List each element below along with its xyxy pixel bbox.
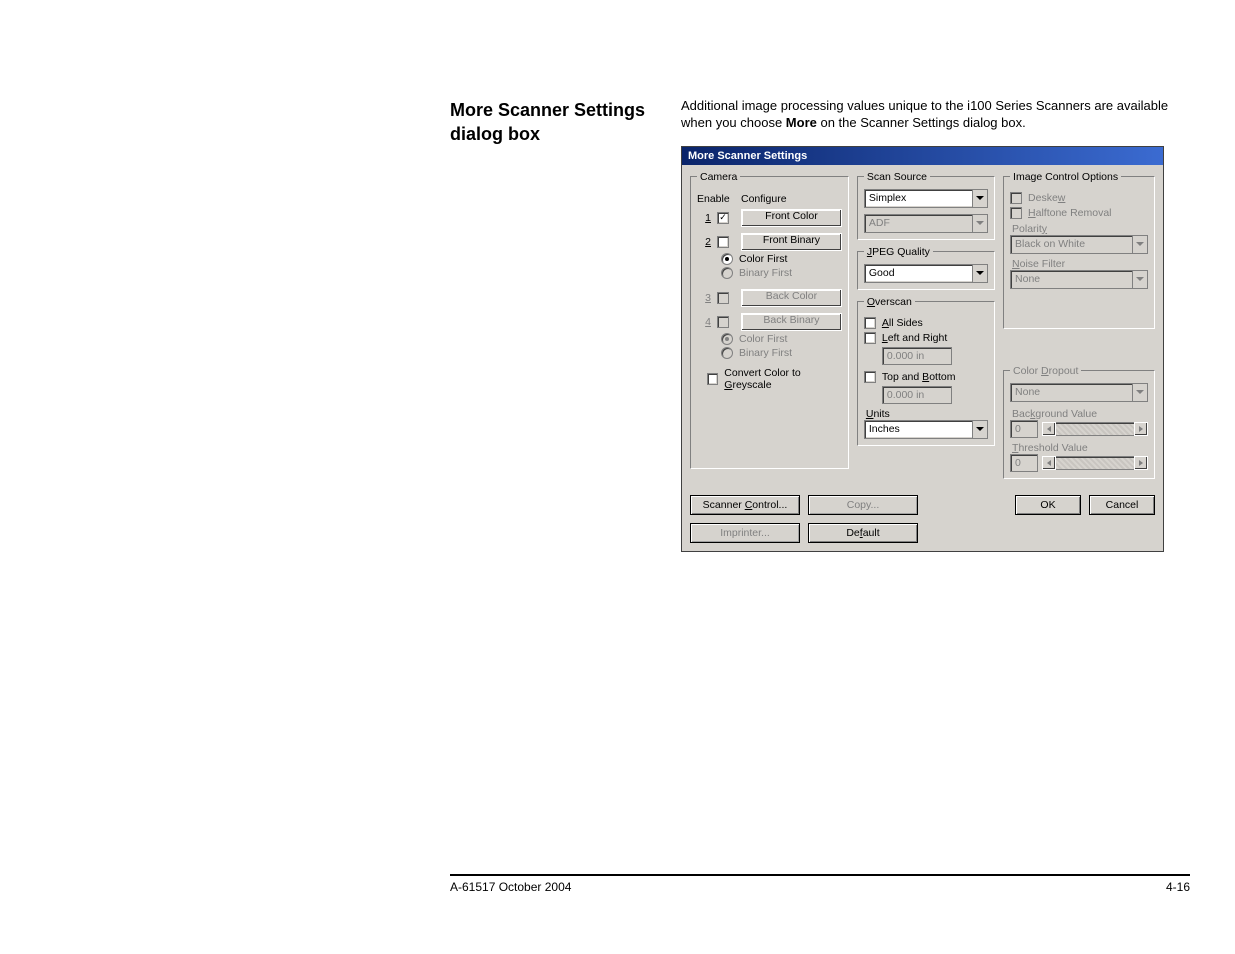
halftone-label: Halftone Removal	[1028, 207, 1111, 219]
scan-source-group: Scan Source Simplex ADF	[857, 171, 995, 240]
dropdown-icon	[1132, 236, 1147, 253]
arrow-left-icon	[1042, 422, 1056, 436]
more-scanner-settings-dialog: More Scanner Settings Camera Enable Conf…	[681, 146, 1164, 552]
overscan-allsides-checkbox[interactable]	[864, 317, 876, 329]
back-binary-first-radio	[721, 347, 733, 359]
deskew-checkbox	[1010, 192, 1022, 204]
camera-row1-num: 1	[697, 212, 711, 224]
convert-greyscale-label: Convert Color to Greyscale	[724, 367, 842, 391]
camera-back-binary-checkbox	[717, 316, 729, 328]
bg-value-label: Background Value	[1012, 408, 1148, 420]
camera-row2-num: 2	[697, 236, 711, 248]
camera-front-color-checkbox[interactable]: ✓	[717, 212, 729, 224]
overscan-tb-value: 0.000 in	[882, 386, 952, 404]
polarity-label: Polarity	[1012, 223, 1148, 235]
overscan-lr-label: Left and Right	[882, 332, 947, 344]
body-bold: More	[786, 115, 817, 130]
dialog-title: More Scanner Settings	[688, 150, 807, 162]
front-binary-first-radio	[721, 267, 733, 279]
overscan-allsides-label: All Sides	[882, 317, 923, 329]
camera-legend: Camera	[697, 171, 740, 183]
front-color-first-radio[interactable]	[721, 253, 733, 265]
camera-back-binary-button: Back Binary	[741, 313, 842, 331]
footer-left: A-61517 October 2004	[450, 880, 571, 894]
camera-back-color-checkbox	[717, 292, 729, 304]
color-dropout-select: None	[1010, 383, 1148, 402]
color-dropout-legend: Color Dropout	[1010, 365, 1081, 377]
default-button[interactable]: Default	[808, 523, 918, 543]
camera-front-binary-checkbox[interactable]	[717, 236, 729, 248]
scan-source-legend: Scan Source	[864, 171, 930, 183]
image-control-legend: Image Control Options	[1010, 171, 1121, 183]
page-footer: A-61517 October 2004 4-16	[450, 874, 1190, 894]
camera-configure-header: Configure	[741, 193, 842, 205]
dropdown-icon	[972, 421, 987, 438]
overscan-legend: Overscan	[864, 296, 915, 308]
arrow-right-icon	[1134, 422, 1148, 436]
noise-value: None	[1015, 273, 1040, 285]
overscan-units-select[interactable]: Inches	[864, 420, 988, 439]
front-binary-first-label: Binary First	[739, 267, 792, 279]
threshold-input: 0	[1010, 454, 1038, 472]
threshold-slider	[1042, 456, 1148, 470]
footer-right: 4-16	[1166, 880, 1190, 894]
camera-group: Camera Enable Configure 1 ✓ Front Color	[690, 171, 849, 469]
image-control-group: Image Control Options Deskew Halftone Re…	[1003, 171, 1155, 329]
back-binary-first-label: Binary First	[739, 347, 792, 359]
dropdown-icon	[972, 265, 987, 282]
camera-front-binary-button[interactable]: Front Binary	[741, 233, 842, 251]
imprinter-button: Imprinter...	[690, 523, 800, 543]
cancel-button[interactable]: Cancel	[1089, 495, 1155, 515]
arrow-left-icon	[1042, 456, 1056, 470]
camera-front-color-button[interactable]: Front Color	[741, 209, 842, 227]
overscan-group: Overscan All Sides Left and Right 0.000 …	[857, 296, 995, 446]
deskew-label: Deskew	[1028, 192, 1065, 204]
bg-value-slider	[1042, 422, 1148, 436]
jpeg-legend: JPEG Quality	[864, 246, 933, 258]
dropdown-icon	[972, 190, 987, 207]
camera-back-color-button: Back Color	[741, 289, 842, 307]
polarity-value: Black on White	[1015, 238, 1085, 250]
overscan-tb-label: Top and Bottom	[882, 371, 956, 383]
overscan-tb-checkbox[interactable]	[864, 371, 876, 383]
scan-mode-select[interactable]: Simplex	[864, 189, 988, 208]
scan-mode-value: Simplex	[869, 192, 906, 204]
dropdown-icon	[1132, 384, 1147, 401]
convert-greyscale-checkbox[interactable]	[707, 373, 718, 385]
section-heading: More Scanner Settings dialog box	[450, 98, 660, 147]
color-dropout-value: None	[1015, 386, 1040, 398]
dropdown-icon	[1132, 271, 1147, 288]
scan-feeder-value: ADF	[869, 217, 890, 229]
camera-enable-header: Enable	[697, 193, 735, 205]
jpeg-quality-value: Good	[869, 267, 895, 279]
halftone-checkbox	[1010, 207, 1022, 219]
arrow-right-icon	[1134, 456, 1148, 470]
section-body: Additional image processing values uniqu…	[681, 98, 1190, 132]
back-color-first-label: Color First	[739, 333, 787, 345]
jpeg-quality-group: JPEG Quality Good	[857, 246, 995, 290]
noise-select: None	[1010, 270, 1148, 289]
scanner-control-button[interactable]: Scanner Control...	[690, 495, 800, 515]
copy-button: Copy...	[808, 495, 918, 515]
dialog-titlebar: More Scanner Settings	[682, 147, 1163, 165]
overscan-units-value: Inches	[869, 423, 900, 435]
overscan-units-label: Units	[866, 408, 988, 420]
overscan-lr-checkbox[interactable]	[864, 332, 876, 344]
front-color-first-label: Color First	[739, 253, 787, 265]
ok-button[interactable]: OK	[1015, 495, 1081, 515]
back-color-first-radio	[721, 333, 733, 345]
jpeg-quality-select[interactable]: Good	[864, 264, 988, 283]
polarity-select: Black on White	[1010, 235, 1148, 254]
scan-feeder-select: ADF	[864, 214, 988, 233]
body-trailing: on the Scanner Settings dialog box.	[817, 115, 1026, 130]
color-dropout-group: Color Dropout None Background Value 0 Th…	[1003, 365, 1155, 479]
overscan-lr-value: 0.000 in	[882, 347, 952, 365]
bg-value-input: 0	[1010, 420, 1038, 438]
camera-row3-num: 3	[697, 292, 711, 304]
threshold-label: Threshold Value	[1012, 442, 1148, 454]
dropdown-icon	[972, 215, 987, 232]
noise-label: Noise Filter	[1012, 258, 1148, 270]
camera-row4-num: 4	[697, 316, 711, 328]
